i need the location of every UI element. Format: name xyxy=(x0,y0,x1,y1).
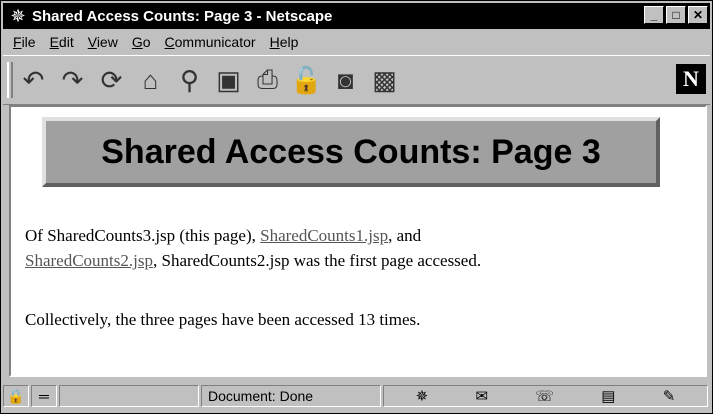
minimize-button[interactable]: _ xyxy=(644,6,664,24)
maximize-button[interactable]: □ xyxy=(666,6,686,24)
toolbar-grip[interactable] xyxy=(7,62,13,98)
search-icon[interactable]: ⚲ xyxy=(171,62,208,98)
access-count-paragraph: Collectively, the three pages have been … xyxy=(25,310,421,329)
discussion-icon[interactable]: ☏ xyxy=(535,387,554,405)
my-netscape-icon[interactable]: ▣ xyxy=(210,62,247,98)
window-title: Shared Access Counts: Page 3 - Netscape xyxy=(32,7,333,25)
connection-icon: ═ xyxy=(31,385,57,407)
menu-view[interactable]: View xyxy=(88,34,118,50)
netscape-app-icon: ✵ xyxy=(10,6,26,26)
heading-box: Shared Access Counts: Page 3 xyxy=(42,117,660,187)
security-icon[interactable]: 🔓 xyxy=(288,62,325,98)
para1-text-a: Of SharedCounts3.jsp (this page), xyxy=(25,226,261,245)
title-bar: ✵ Shared Access Counts: Page 3 - Netscap… xyxy=(3,3,710,29)
menu-file[interactable]: File xyxy=(13,34,36,50)
back-icon[interactable]: ↶ xyxy=(15,62,52,98)
forward-icon[interactable]: ↷ xyxy=(54,62,91,98)
navigation-toolbar: ↶ ↷ ⟳ ⌂ ⚲ ▣ ⎙ 🔓 ◙ ▩ N xyxy=(3,55,710,105)
status-text: Document: Done xyxy=(201,385,381,407)
status-bar: 🔒 ═ Document: Done ✵ ✉ ☏ ▤ ✎ xyxy=(3,382,710,410)
shop-icon[interactable]: ◙ xyxy=(327,62,364,98)
menu-bar: File Edit View Go Communicator Help xyxy=(3,31,710,53)
page-title: Shared Access Counts: Page 3 xyxy=(101,132,601,171)
print-icon[interactable]: ⎙ xyxy=(249,62,286,98)
para1-text-c: , SharedCounts2.jsp was the first page a… xyxy=(152,251,482,270)
page-content: Shared Access Counts: Page 3 Of SharedCo… xyxy=(9,105,707,377)
first-access-paragraph: Of SharedCounts3.jsp (this page), Shared… xyxy=(25,223,481,273)
netscape-logo-icon[interactable]: N xyxy=(676,64,706,94)
window-controls: _ □ ✕ xyxy=(644,6,708,24)
menu-communicator[interactable]: Communicator xyxy=(165,34,256,50)
lock-icon[interactable]: 🔒 xyxy=(3,385,29,407)
menu-edit[interactable]: Edit xyxy=(50,34,74,50)
home-icon[interactable]: ⌂ xyxy=(132,62,169,98)
progress-bar xyxy=(59,385,199,407)
stop-icon[interactable]: ▩ xyxy=(366,62,403,98)
shared-counts1-link[interactable]: SharedCounts1.jsp xyxy=(260,226,388,245)
browser-window: ✵ Shared Access Counts: Page 3 - Netscap… xyxy=(0,0,713,414)
menu-go[interactable]: Go xyxy=(132,34,151,50)
composer-icon[interactable]: ▤ xyxy=(601,387,615,405)
shared-counts2-link[interactable]: SharedCounts2.jsp xyxy=(25,251,153,270)
para1-text-b: , and xyxy=(388,226,422,245)
navigator-icon[interactable]: ✵ xyxy=(416,387,429,405)
component-bar: ✵ ✉ ☏ ▤ ✎ xyxy=(383,385,708,407)
mail-icon[interactable]: ✉ xyxy=(475,387,488,405)
reload-icon[interactable]: ⟳ xyxy=(93,62,130,98)
menu-help[interactable]: Help xyxy=(270,34,299,50)
edit-pen-icon[interactable]: ✎ xyxy=(663,387,676,405)
close-button[interactable]: ✕ xyxy=(688,6,708,24)
